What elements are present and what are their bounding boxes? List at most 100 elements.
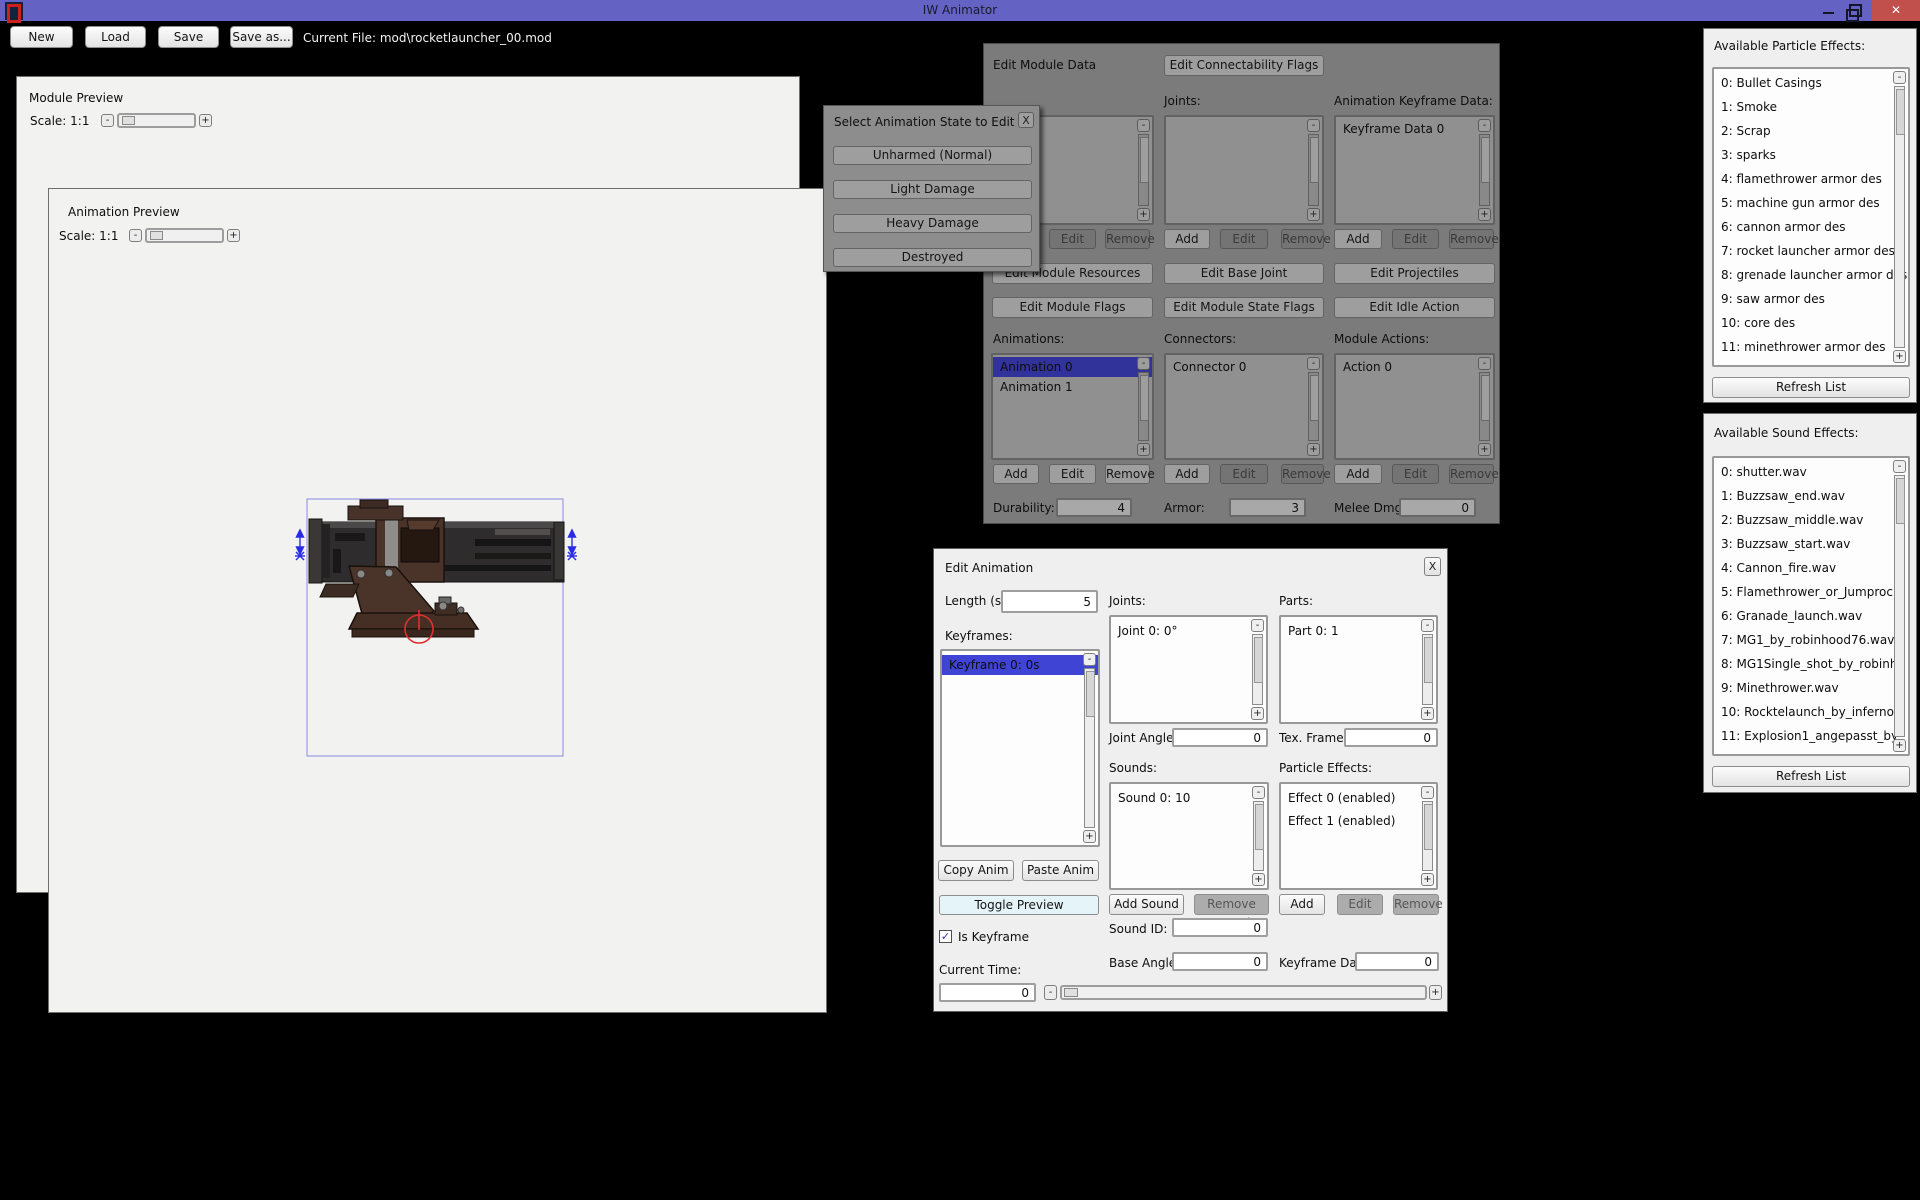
sound-effects-list[interactable]: 0: shutter.wav 1: Buzzsaw_end.wav 2: Buz… bbox=[1712, 456, 1910, 756]
scroll-up-button[interactable]: - bbox=[1421, 619, 1434, 632]
list-item[interactable]: 6: cannon armor des bbox=[1714, 215, 1908, 239]
list-item[interactable]: 7: rocket launcher armor des bbox=[1714, 239, 1908, 263]
module-scale-minus-button[interactable]: - bbox=[101, 114, 114, 127]
scrollbar-thumb[interactable] bbox=[1896, 89, 1905, 135]
edit-base-joint-button[interactable]: Edit Base Joint bbox=[1164, 263, 1324, 284]
state-dialog-close-button[interactable]: X bbox=[1018, 112, 1034, 128]
add-sound-button[interactable]: Add Sound bbox=[1109, 894, 1184, 915]
scroll-down-button[interactable]: + bbox=[1252, 873, 1265, 886]
list-item[interactable]: 1: Buzzsaw_end.wav bbox=[1714, 484, 1908, 508]
effect-add-button[interactable]: Add bbox=[1279, 894, 1325, 915]
list-item[interactable]: 10: Rocktelaunch_by_inferno bbox=[1714, 700, 1908, 724]
paste-anim-button[interactable]: Paste Anim bbox=[1022, 860, 1099, 881]
scrollbar-thumb[interactable] bbox=[1424, 637, 1433, 683]
list-item[interactable]: 0: shutter.wav bbox=[1714, 460, 1908, 484]
connectors-add-button[interactable]: Add bbox=[1164, 464, 1210, 484]
durability-field[interactable]: 4 bbox=[1056, 498, 1132, 517]
joints-edit-button[interactable]: Edit bbox=[1220, 229, 1268, 249]
toggle-preview-button[interactable]: Toggle Preview bbox=[939, 895, 1099, 915]
connectors-remove-button[interactable]: Remove bbox=[1281, 464, 1324, 484]
tex-frame-field[interactable]: 0 bbox=[1344, 728, 1438, 747]
joints-remove-button[interactable]: Remove bbox=[1281, 229, 1324, 249]
remove-sound-button[interactable]: Remove Sound bbox=[1194, 894, 1269, 915]
scroll-down-button[interactable]: + bbox=[1478, 443, 1491, 456]
animations-add-button[interactable]: Add bbox=[993, 464, 1039, 484]
list-item[interactable]: 2: Scrap bbox=[1714, 119, 1908, 143]
list-item[interactable]: 8: grenade launcher armor des bbox=[1714, 263, 1908, 287]
actions-add-button[interactable]: Add bbox=[1334, 464, 1382, 484]
keyframe-data-field[interactable]: 0 bbox=[1355, 952, 1439, 971]
scrollbar[interactable] bbox=[1084, 668, 1095, 828]
scrollbar-thumb[interactable] bbox=[1481, 375, 1490, 421]
anim-sounds-list[interactable]: Sound 0: 10 - + bbox=[1109, 782, 1269, 890]
list-item[interactable]: 6: Granade_launch.wav bbox=[1714, 604, 1908, 628]
scroll-up-button[interactable]: - bbox=[1421, 786, 1434, 799]
list-item[interactable]: 5: machine gun armor des bbox=[1714, 191, 1908, 215]
edit-connectability-flags-button[interactable]: Edit Connectability Flags bbox=[1164, 55, 1324, 76]
list-item[interactable]: Effect 0 (enabled) bbox=[1281, 788, 1436, 808]
anim-effects-list[interactable]: Effect 0 (enabled) Effect 1 (enabled) -+ bbox=[1279, 782, 1438, 890]
animations-edit-button[interactable]: Edit bbox=[1049, 464, 1096, 484]
scrollbar-thumb[interactable] bbox=[1896, 478, 1905, 524]
scroll-down-button[interactable]: + bbox=[1421, 873, 1434, 886]
scroll-down-button[interactable]: + bbox=[1137, 443, 1150, 456]
melee-dmg-field[interactable]: 0 bbox=[1399, 498, 1476, 517]
list-item[interactable]: 4: Cannon_fire.wav bbox=[1714, 556, 1908, 580]
scrollbar-thumb[interactable] bbox=[1086, 671, 1095, 717]
list-item[interactable]: 9: Minethrower.wav bbox=[1714, 676, 1908, 700]
scroll-up-button[interactable]: - bbox=[1478, 357, 1491, 370]
state-unharmed-button[interactable]: Unharmed (Normal) bbox=[833, 146, 1032, 165]
joints-add-button[interactable]: Add bbox=[1164, 229, 1210, 249]
close-button[interactable]: ✕ bbox=[1872, 0, 1920, 21]
list-item[interactable]: 0: Bullet Casings bbox=[1714, 71, 1908, 95]
list-item[interactable]: 8: MG1Single_shot_by_robinh bbox=[1714, 652, 1908, 676]
list-item[interactable]: Action 0 bbox=[1336, 357, 1493, 377]
list-item[interactable]: Keyframe 0: 0s bbox=[942, 655, 1098, 675]
scrollbar-thumb[interactable] bbox=[1481, 137, 1490, 183]
list-item[interactable]: 7: MG1_by_robinhood76.wav bbox=[1714, 628, 1908, 652]
scroll-down-button[interactable]: + bbox=[1478, 208, 1491, 221]
scrollbar[interactable] bbox=[1422, 634, 1433, 705]
scroll-up-button[interactable]: - bbox=[1307, 119, 1320, 132]
particle-refresh-button[interactable]: Refresh List bbox=[1712, 377, 1910, 398]
animation-scale-plus-button[interactable]: + bbox=[227, 229, 240, 242]
rocketlauncher-sprite[interactable] bbox=[295, 489, 587, 769]
list-item[interactable]: Sound 0: 10 bbox=[1111, 788, 1267, 808]
load-button[interactable]: Load bbox=[85, 26, 146, 48]
edit-idle-action-button[interactable]: Edit Idle Action bbox=[1334, 297, 1495, 318]
scroll-up-button[interactable]: - bbox=[1137, 357, 1150, 370]
scrollbar-thumb[interactable] bbox=[1254, 637, 1263, 683]
list-item[interactable]: 2: Buzzsaw_middle.wav bbox=[1714, 508, 1908, 532]
scroll-up-button[interactable]: - bbox=[1478, 119, 1491, 132]
scroll-up-button[interactable]: - bbox=[1252, 786, 1265, 799]
actions-edit-button[interactable]: Edit bbox=[1392, 464, 1439, 484]
state-heavy-damage-button[interactable]: Heavy Damage bbox=[833, 214, 1032, 233]
length-field[interactable]: 5 bbox=[1001, 590, 1098, 613]
scroll-down-button[interactable]: + bbox=[1307, 208, 1320, 221]
scroll-up-button[interactable]: - bbox=[1893, 460, 1906, 473]
list-item[interactable]: 1: Smoke bbox=[1714, 95, 1908, 119]
edit-animation-close-button[interactable]: X bbox=[1424, 557, 1441, 576]
scroll-down-button[interactable]: + bbox=[1421, 707, 1434, 720]
list-item[interactable]: Animation 1 bbox=[993, 377, 1152, 397]
list-item[interactable]: Connector 0 bbox=[1166, 357, 1322, 377]
list-item[interactable]: 4: flamethrower armor des bbox=[1714, 167, 1908, 191]
animation-scale-slider-handle[interactable] bbox=[150, 231, 163, 240]
scroll-up-button[interactable]: - bbox=[1307, 357, 1320, 370]
scrollbar-thumb[interactable] bbox=[1424, 804, 1433, 850]
state-destroyed-button[interactable]: Destroyed bbox=[833, 248, 1032, 267]
armor-field[interactable]: 3 bbox=[1229, 498, 1306, 517]
base-angle-field[interactable]: 0 bbox=[1172, 952, 1268, 971]
scrollbar[interactable] bbox=[1479, 134, 1490, 206]
scroll-down-button[interactable]: + bbox=[1251, 707, 1264, 720]
scrollbar[interactable] bbox=[1138, 134, 1149, 206]
list-item[interactable]: 3: sparks bbox=[1714, 143, 1908, 167]
save-as-button[interactable]: Save as... bbox=[230, 26, 293, 48]
edit-projectiles-button[interactable]: Edit Projectiles bbox=[1334, 263, 1495, 284]
edit-module-flags-button[interactable]: Edit Module Flags bbox=[992, 297, 1153, 318]
copy-anim-button[interactable]: Copy Anim bbox=[938, 860, 1014, 881]
state-light-damage-button[interactable]: Light Damage bbox=[833, 180, 1032, 199]
akd-add-button[interactable]: Add bbox=[1334, 229, 1382, 249]
list-item[interactable]: 5: Flamethrower_or_Jumproc bbox=[1714, 580, 1908, 604]
list-item[interactable]: 10: core des bbox=[1714, 311, 1908, 335]
